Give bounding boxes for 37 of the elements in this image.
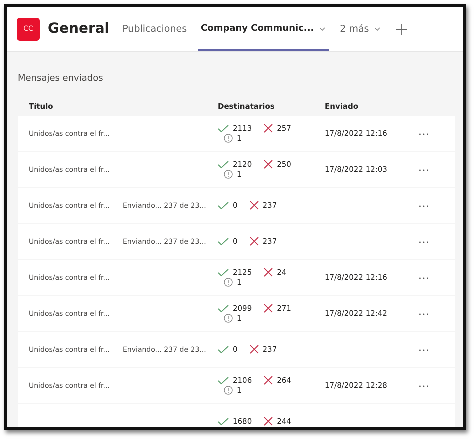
cross-icon [264,304,274,313]
cross-icon [250,201,259,210]
more-options-icon[interactable] [419,384,429,388]
check-icon [218,268,229,276]
info-icon [224,278,233,287]
more-options-icon[interactable] [419,204,429,208]
cross-icon [250,237,259,246]
info-icon [224,170,233,179]
check-icon [218,124,229,132]
check-icon [218,160,229,168]
more-options-icon[interactable] [419,168,429,172]
channel-title: General [48,21,110,37]
more-options-icon[interactable] [419,132,429,136]
more-options-icon[interactable] [419,276,429,280]
cross-icon [250,345,259,354]
check-icon [218,202,229,210]
section-title: Mensajes enviados [18,74,104,84]
check-icon [218,304,229,312]
more-options-icon[interactable] [419,312,429,316]
tab[interactable]: 2 más [337,7,384,51]
tab[interactable]: Publicaciones [120,7,190,51]
check-icon [218,346,229,354]
tab[interactable]: Company Communic... [198,7,330,51]
cross-icon [264,417,274,426]
more-options-icon[interactable] [419,348,429,352]
check-icon [218,376,229,384]
info-icon [224,386,233,395]
info-icon [224,314,233,323]
cross-icon [264,124,274,133]
add-icon[interactable] [396,24,408,34]
info-icon [224,134,233,143]
more-options-icon[interactable] [419,240,429,244]
check-icon [218,238,229,246]
cross-icon [264,376,274,385]
check-icon [218,418,229,426]
cross-icon [264,268,274,277]
cross-icon [264,160,274,169]
